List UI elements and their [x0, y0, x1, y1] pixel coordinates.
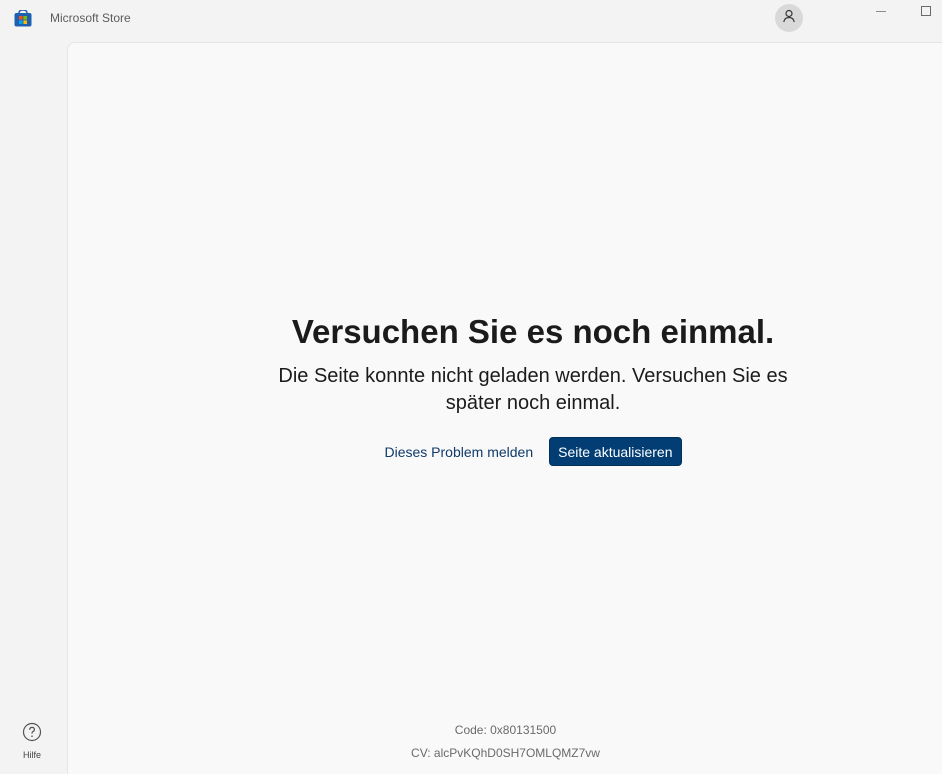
- refresh-page-button[interactable]: Seite aktualisieren: [549, 437, 682, 466]
- error-message-block: Versuchen Sie es noch einmal. Die Seite …: [268, 313, 798, 466]
- account-button[interactable]: [775, 4, 803, 32]
- maximize-button[interactable]: [915, 0, 937, 22]
- error-code: Code: 0x80131500: [454, 723, 557, 737]
- question-circle-icon: [22, 722, 42, 747]
- error-description: Die Seite konnte nicht geladen werden. V…: [278, 365, 788, 414]
- navigation-rail: Hilfe: [0, 42, 67, 774]
- minimize-icon: [876, 10, 886, 12]
- app-title: Microsoft Store: [50, 11, 131, 25]
- correlation-vector: CV: alcPvKQhD0SH7OMLQMZ7vw: [411, 746, 600, 760]
- nav-item-help[interactable]: Hilfe: [10, 722, 54, 766]
- store-bag-icon: [14, 9, 32, 27]
- title-bar: Microsoft Store: [0, 0, 942, 42]
- minimize-button[interactable]: [870, 0, 892, 22]
- nav-item-help-label: Hilfe: [22, 750, 41, 760]
- maximize-icon: [921, 6, 931, 16]
- report-problem-link[interactable]: Dieses Problem melden: [384, 438, 533, 466]
- store-window: Microsoft Store Hilfe Versuchen Sie es n…: [0, 0, 942, 774]
- content-pane: Versuchen Sie es noch einmal. Die Seite …: [67, 42, 942, 774]
- error-title: Versuchen Sie es noch einmal.: [291, 313, 775, 350]
- person-icon: [782, 9, 796, 28]
- error-actions: Dieses Problem melden Seite aktualisiere…: [268, 437, 798, 466]
